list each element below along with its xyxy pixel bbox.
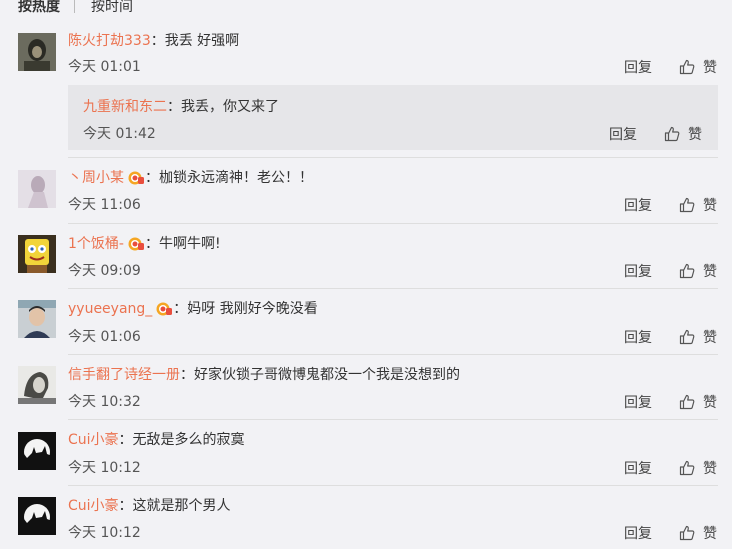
username-link[interactable]: yyueeyang_: [68, 301, 152, 317]
comment-time: 今天 10:12: [68, 460, 141, 476]
divider: [68, 223, 718, 224]
username-link[interactable]: 陈火打劫333: [68, 33, 151, 49]
comment-text: 这就是那个男人: [132, 498, 231, 514]
reply-button[interactable]: 回复: [624, 57, 652, 77]
reply-button[interactable]: 回复: [624, 458, 652, 478]
reply-button[interactable]: 回复: [624, 523, 652, 543]
subreply-line: 九重新和东二：我丢，你又来了: [83, 96, 279, 116]
like-button[interactable]: 赞: [679, 261, 717, 281]
divider: [68, 288, 718, 289]
comment-line: 信手翻了诗经一册：好家伙锁子哥微博鬼都没一个我是没想到的: [68, 364, 460, 384]
colon-separator: ：: [180, 367, 194, 383]
comment-time: 今天 01:42: [83, 126, 156, 142]
thumbs-up-icon: [664, 126, 680, 142]
reply-button[interactable]: 回复: [624, 327, 652, 347]
reply-button[interactable]: 回复: [624, 392, 652, 412]
thumbs-up-icon: [679, 59, 695, 75]
reply-button[interactable]: 回复: [624, 261, 652, 281]
avatar[interactable]: [18, 170, 56, 208]
username-link[interactable]: Cui小豪: [68, 498, 119, 514]
username-link[interactable]: 信手翻了诗经一册: [68, 367, 180, 383]
comment-text: 牛啊牛啊!: [158, 236, 221, 252]
thumbs-up-icon: [679, 197, 695, 213]
like-label: 赞: [703, 461, 717, 477]
like-label: 赞: [703, 526, 717, 542]
comment-line: Cui小豪：无敌是多么的寂寞: [68, 429, 245, 449]
username-link[interactable]: 九重新和东二: [83, 99, 167, 115]
avatar[interactable]: [18, 497, 56, 535]
comment-line: Cui小豪：这就是那个男人: [68, 495, 231, 515]
subreply-box: 九重新和东二：我丢，你又来了 今天 01:42 回复 赞: [68, 85, 718, 150]
colon-separator: ：: [144, 236, 159, 252]
comment-time: 今天 01:01: [68, 59, 141, 75]
username-link[interactable]: Cui小豪: [68, 432, 119, 448]
like-button[interactable]: 赞: [679, 392, 717, 412]
like-label: 赞: [703, 264, 717, 280]
vip-badge-icon: [155, 300, 173, 316]
comment-text: 好家伙锁子哥微博鬼都没一个我是没想到的: [194, 367, 460, 383]
avatar[interactable]: [18, 300, 56, 338]
thumbs-up-icon: [679, 394, 695, 410]
sort-tabs: 按热度 按时间: [18, 0, 133, 16]
tab-sort-time[interactable]: 按时间: [91, 0, 133, 16]
divider: [68, 157, 718, 158]
avatar[interactable]: [18, 432, 56, 470]
colon-separator: ：: [118, 432, 133, 448]
comment-time: 今天 01:06: [68, 329, 141, 345]
colon-separator: ：: [150, 33, 165, 49]
colon-separator: ：: [173, 301, 188, 317]
like-button[interactable]: 赞: [679, 523, 717, 543]
like-label: 赞: [703, 60, 717, 76]
like-button[interactable]: 赞: [679, 458, 717, 478]
thumbs-up-icon: [679, 460, 695, 476]
comment-time: 今天 10:12: [68, 525, 141, 541]
username-link[interactable]: 1个饭桶-: [68, 236, 124, 252]
tab-divider: [74, 0, 75, 13]
like-label: 赞: [688, 127, 702, 143]
thumbs-up-icon: [679, 329, 695, 345]
like-label: 赞: [703, 395, 717, 411]
divider: [68, 354, 718, 355]
comment-text: 无敌是多么的寂寞: [132, 432, 245, 448]
divider: [68, 419, 718, 420]
like-label: 赞: [703, 198, 717, 214]
thumbs-up-icon: [679, 263, 695, 279]
colon-separator: ：: [167, 99, 181, 115]
divider: [68, 485, 718, 486]
avatar[interactable]: [18, 235, 56, 273]
avatar[interactable]: [18, 366, 56, 404]
reply-button[interactable]: 回复: [624, 195, 652, 215]
like-button[interactable]: 赞: [679, 327, 717, 347]
tab-sort-hot[interactable]: 按热度: [18, 0, 60, 16]
like-button[interactable]: 赞: [679, 57, 717, 77]
comment-line: yyueeyang_ ：妈呀 我刚好今晚没看: [68, 298, 318, 318]
colon-separator: ：: [145, 170, 159, 186]
comment-line: 1个饭桶- ：牛啊牛啊!: [68, 233, 221, 253]
comment-time: 今天 11:06: [68, 197, 141, 213]
colon-separator: ：: [118, 498, 133, 514]
vip-badge-icon: [127, 169, 145, 185]
username-link[interactable]: 丶周小某: [68, 170, 124, 186]
vip-badge-icon: [127, 235, 145, 251]
comment-text: 枷锁永远滴神！老公！！: [159, 170, 313, 186]
comment-time: 今天 10:32: [68, 394, 141, 410]
like-button[interactable]: 赞: [679, 195, 717, 215]
reply-button[interactable]: 回复: [609, 124, 637, 144]
like-label: 赞: [703, 330, 717, 346]
comment-time: 今天 09:09: [68, 263, 141, 279]
comment-line: 丶周小某 ：枷锁永远滴神！老公！！: [68, 167, 313, 187]
comment-text: 我丢，你又来了: [181, 99, 279, 115]
like-button[interactable]: 赞: [664, 124, 702, 144]
comment-text: 我丢 好强啊: [164, 33, 240, 49]
avatar[interactable]: [18, 33, 56, 71]
thumbs-up-icon: [679, 525, 695, 541]
comment-text: 妈呀 我刚好今晚没看: [187, 301, 318, 317]
comment-line: 陈火打劫333：我丢 好强啊: [68, 30, 239, 50]
